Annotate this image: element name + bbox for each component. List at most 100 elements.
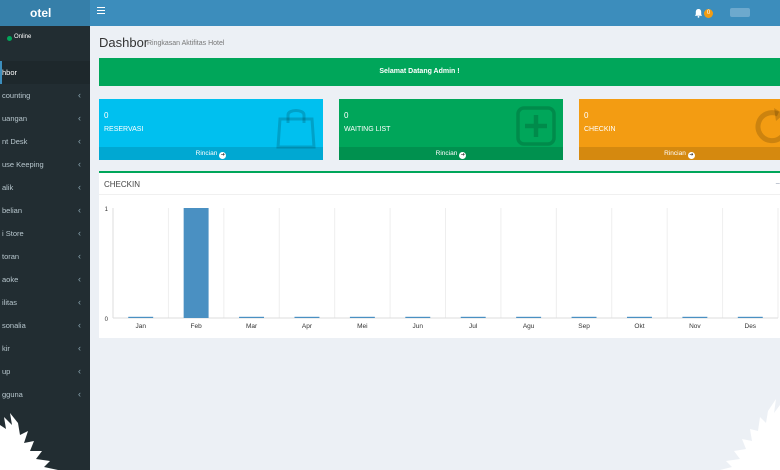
sidebar-item-keuangan[interactable]: uangan ‹ — [0, 107, 90, 130]
card-footer-label: Rincian — [195, 150, 218, 157]
chart-bar — [571, 316, 597, 318]
card-label: RESERVASI — [104, 126, 144, 133]
x-tick-label: Agu — [523, 323, 535, 330]
plus-square-icon — [516, 106, 556, 146]
sidebar-item-label: toran — [2, 252, 20, 261]
refresh-icon — [755, 108, 780, 144]
top-navbar: otel 0 — [0, 0, 780, 26]
sidebar-item-logistik[interactable]: alik ‹ — [0, 176, 90, 199]
sidebar-item-parkir[interactable]: kir ‹ — [0, 337, 90, 360]
x-tick-label: Sep — [578, 323, 590, 330]
sidebar-menu: hbor counting ‹ uangan ‹ nt Desk ‹ use Keeping ‹… — [0, 61, 90, 406]
collapse-icon[interactable]: − — [775, 179, 780, 188]
card-footer-link[interactable]: Rincian ➜ — [339, 147, 563, 160]
chart-bar — [682, 316, 708, 318]
chart-bar — [349, 316, 375, 318]
chart-bar — [516, 316, 542, 318]
sidebar-item-pembelian[interactable]: belian ‹ — [0, 199, 90, 222]
card-label: WAITING LIST — [344, 126, 391, 133]
notification-badge: 0 — [704, 9, 713, 18]
chevron-left-icon: ‹ — [78, 228, 81, 238]
arrow-right-icon: ➜ — [219, 152, 227, 159]
chevron-left-icon: ‹ — [78, 205, 81, 215]
y-tick-label: 1 — [105, 207, 109, 213]
panel-title: CHECKIN — [104, 180, 141, 189]
chevron-left-icon: ‹ — [78, 90, 81, 100]
x-tick-label: Des — [745, 323, 757, 330]
sidebar-item-label: kir — [2, 344, 10, 353]
checkin-chart-panel: CHECKIN − 0 1 Jan Feb Mar Apr Mei Jun Jul Agu Sep O… — [99, 171, 780, 338]
card-footer-link[interactable]: Rincian ➜ — [99, 147, 323, 160]
menu-toggle-icon[interactable] — [97, 7, 105, 15]
chevron-left-icon: ‹ — [78, 182, 81, 192]
card-value: 0 — [104, 111, 109, 120]
card-footer-label: Rincian — [664, 150, 686, 157]
card-value: 0 — [344, 111, 349, 120]
sidebar-item-fasilitas[interactable]: ilitas ‹ — [0, 291, 90, 314]
chart-bar — [405, 316, 431, 318]
x-tick-label: Okt — [634, 323, 644, 330]
x-tick-label: Jul — [469, 323, 478, 330]
user-status: Online — [14, 34, 32, 40]
sidebar-item-label: belian — [2, 206, 23, 215]
card-reservasi: 0 RESERVASI Rincian ➜ — [99, 99, 323, 160]
user-panel: Online — [0, 26, 90, 58]
chevron-left-icon: ‹ — [78, 113, 81, 123]
chart-bar — [737, 316, 763, 318]
sidebar-item-restoran[interactable]: toran ‹ — [0, 245, 90, 268]
shopping-bag-icon — [276, 109, 316, 149]
sidebar-item-house-keeping[interactable]: use Keeping ‹ — [0, 153, 90, 176]
sidebar-item-label: counting — [2, 91, 31, 100]
chevron-left-icon: ‹ — [78, 297, 81, 307]
chart-bar — [239, 316, 265, 318]
x-tick-label: Nov — [689, 323, 701, 330]
chart-bar — [294, 316, 320, 318]
chart-bar — [460, 316, 486, 318]
sidebar-item-label: up — [2, 367, 11, 376]
chevron-left-icon: ‹ — [78, 274, 81, 284]
sidebar-item-front-desk[interactable]: nt Desk ‹ — [0, 130, 90, 153]
card-footer-link[interactable]: Rincian ➜ — [579, 147, 780, 160]
sidebar-item-label: hbor — [2, 68, 18, 77]
sidebar-item-backup[interactable]: up ‹ — [0, 360, 90, 383]
sidebar-item-personalia[interactable]: sonalia ‹ — [0, 314, 90, 337]
card-label: CHECKIN — [584, 126, 616, 133]
x-tick-label: Mei — [357, 323, 367, 330]
x-tick-label: Apr — [302, 323, 313, 330]
sidebar-item-mini-store[interactable]: i Store ‹ — [0, 222, 90, 245]
checkin-bar-chart: 0 1 Jan Feb Mar Apr Mei Jun Jul Agu Sep Okt Nov Des — [105, 207, 779, 330]
welcome-callout: Selamat Datang Admin ! — [99, 58, 780, 86]
arrow-right-icon: ➜ — [459, 152, 467, 159]
x-tick-label: Jun — [413, 323, 424, 330]
card-waiting-list: 0 WAITING LIST Rincian ➜ — [339, 99, 563, 160]
chevron-left-icon: ‹ — [78, 159, 81, 169]
chart-bar — [128, 316, 154, 318]
chevron-left-icon: ‹ — [78, 366, 81, 376]
logo-text: otel — [30, 6, 52, 20]
online-status-icon — [7, 36, 12, 41]
y-tick-label: 0 — [105, 317, 109, 323]
sidebar-item-karaoke[interactable]: aoke ‹ — [0, 268, 90, 291]
sidebar-item-label: sonalia — [2, 321, 26, 330]
sidebar-item-label: aoke — [2, 275, 19, 284]
card-value: 0 — [584, 111, 589, 120]
sidebar-item-label: alik — [2, 183, 14, 192]
x-tick-label: Feb — [191, 323, 203, 330]
chevron-left-icon: ‹ — [78, 389, 81, 399]
torn-edge-left — [0, 413, 58, 470]
sidebar-item-label: i Store — [2, 229, 24, 238]
bell-icon[interactable] — [694, 8, 703, 18]
sidebar-item-label: ilitas — [2, 298, 18, 307]
app-logo[interactable]: otel — [0, 0, 90, 26]
sidebar-item-label: uangan — [2, 114, 28, 123]
chevron-left-icon: ‹ — [78, 320, 81, 330]
card-footer-label: Rincian — [435, 150, 458, 157]
chart-bar — [183, 208, 209, 318]
chevron-left-icon: ‹ — [78, 251, 81, 261]
arrow-right-icon: ➜ — [687, 152, 695, 159]
sidebar-item-accounting[interactable]: counting ‹ — [0, 84, 90, 107]
chevron-left-icon: ‹ — [78, 136, 81, 146]
panel-divider — [99, 194, 780, 195]
user-menu[interactable] — [730, 8, 750, 17]
sidebar-item-dashbor[interactable]: hbor — [0, 61, 90, 84]
